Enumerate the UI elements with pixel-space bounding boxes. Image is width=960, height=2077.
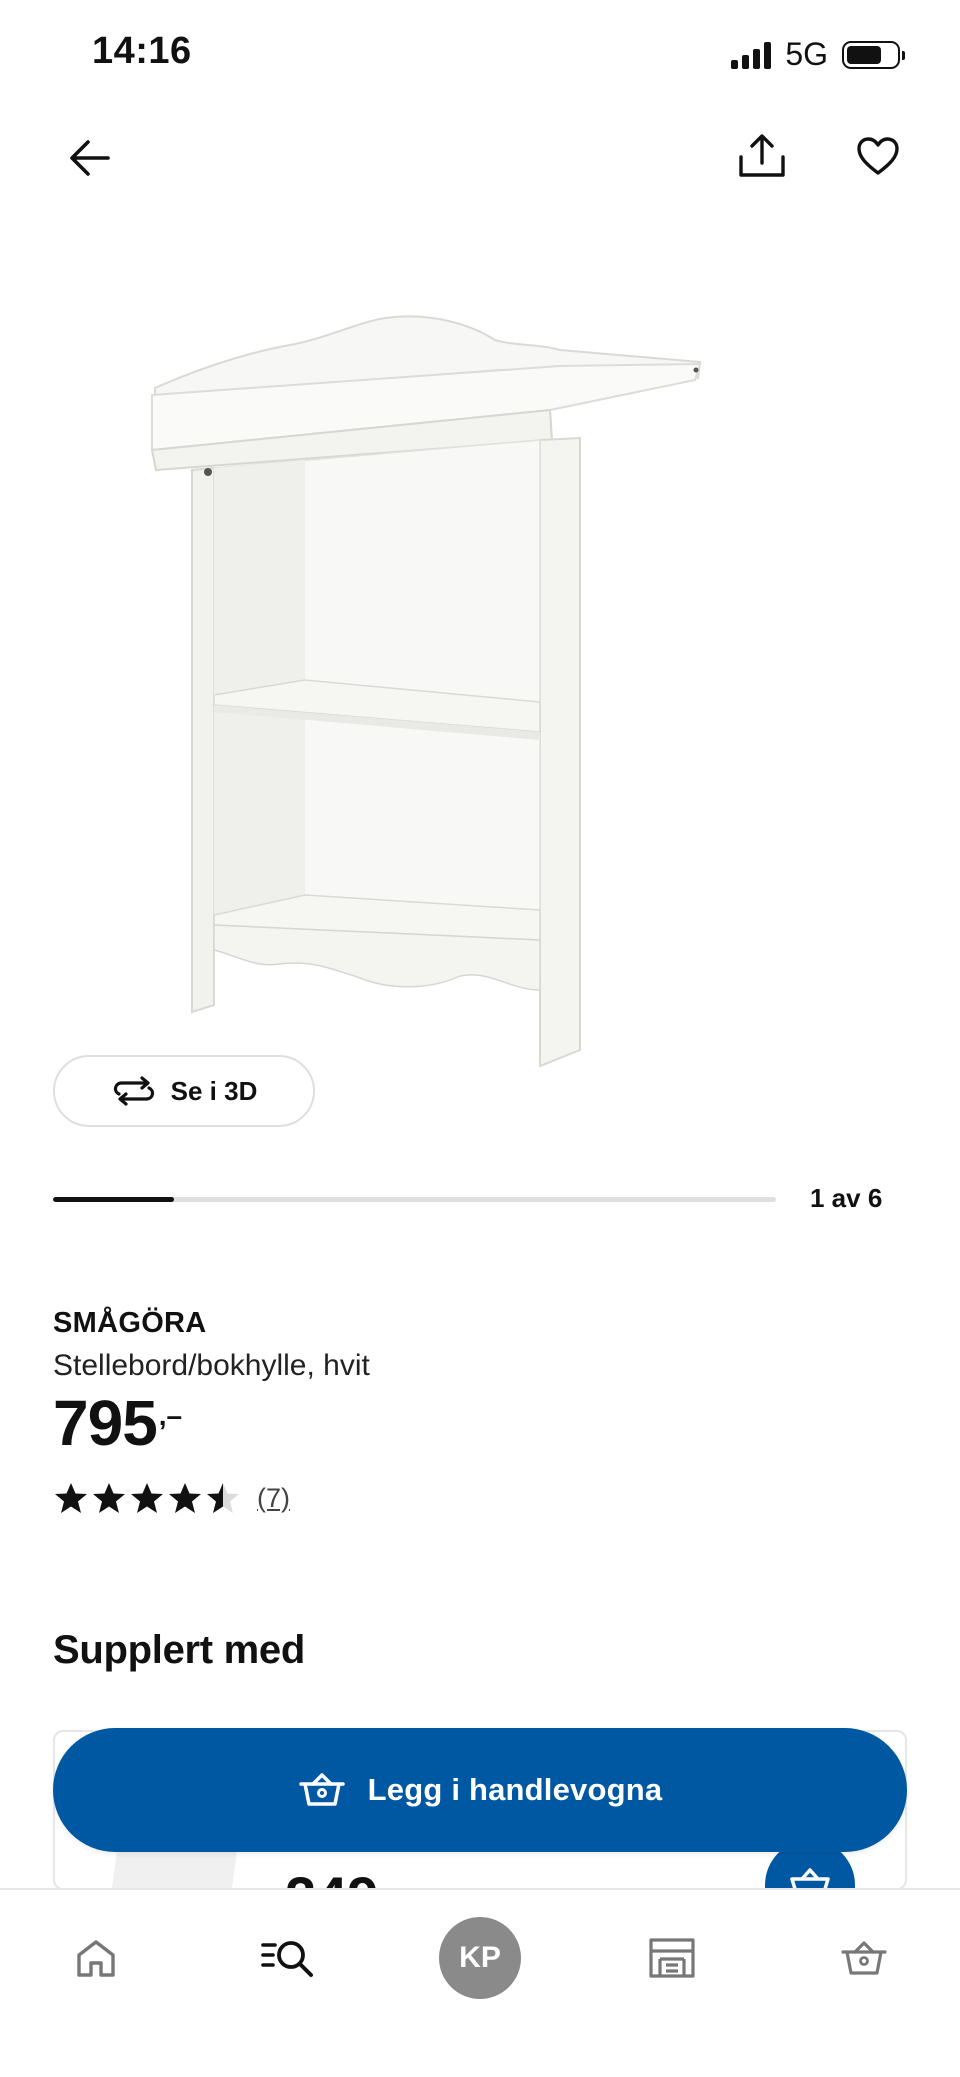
tab-home[interactable] xyxy=(48,1910,144,2006)
basket-icon xyxy=(298,1773,345,1806)
home-icon xyxy=(77,1940,115,1977)
share-button[interactable] xyxy=(726,120,798,192)
product-rating[interactable]: (7) xyxy=(53,1482,290,1514)
price-integer: 795 xyxy=(53,1387,158,1459)
status-time: 14:16 xyxy=(92,30,192,72)
star-full-icon xyxy=(93,1483,125,1513)
avatar: KP xyxy=(439,1917,521,1999)
signal-icon xyxy=(731,41,772,69)
star-full-icon xyxy=(131,1483,163,1513)
star-full-icon xyxy=(169,1483,201,1513)
bottom-tab-bar: KP xyxy=(0,1888,960,2077)
tab-cart[interactable] xyxy=(816,1910,912,2006)
tab-store[interactable] xyxy=(624,1910,720,2006)
favorite-button[interactable] xyxy=(842,120,914,192)
supplement-section-title: Supplert med xyxy=(53,1628,305,1672)
supplement-price: 249 xyxy=(285,1864,378,1888)
product-name: SMÅGÖRA xyxy=(53,1307,207,1339)
store-icon xyxy=(649,1938,695,1978)
status-bar: 14:16 5G xyxy=(0,0,960,110)
star-half-icon xyxy=(207,1483,239,1513)
product-price: 795 ,– xyxy=(53,1387,183,1459)
battery-icon xyxy=(842,40,905,69)
star-full-icon xyxy=(55,1483,87,1513)
arrow-left-icon xyxy=(70,140,110,176)
tab-search[interactable] xyxy=(240,1910,336,2006)
add-to-cart-button[interactable]: Legg i handlevogna xyxy=(53,1728,907,1852)
basket-icon xyxy=(841,1941,887,1975)
view-3d-button[interactable]: Se i 3D xyxy=(53,1055,315,1127)
product-image[interactable] xyxy=(140,300,720,1080)
heart-icon xyxy=(857,137,899,175)
back-button[interactable] xyxy=(54,122,126,194)
add-to-cart-label: Legg i handlevogna xyxy=(367,1772,663,1807)
gallery-progress-bar xyxy=(53,1197,776,1202)
tab-profile[interactable]: KP xyxy=(432,1910,528,2006)
view-3d-label: Se i 3D xyxy=(170,1075,258,1106)
basket-icon xyxy=(790,1868,830,1888)
product-description: Stellebord/bokhylle, hvit xyxy=(53,1349,370,1382)
avatar-initials: KP xyxy=(459,1941,501,1974)
top-nav xyxy=(0,110,960,200)
price-decimal: ,– xyxy=(158,1400,183,1431)
gallery-progress-fill xyxy=(53,1197,174,1202)
changing-table-illustration xyxy=(150,315,702,1068)
supplement-product-image xyxy=(108,1850,238,1888)
share-icon xyxy=(739,134,785,177)
network-label: 5G xyxy=(785,36,828,72)
status-indicators: 5G xyxy=(731,36,905,73)
search-list-icon xyxy=(261,1941,313,1977)
review-count-link[interactable]: (7) xyxy=(257,1483,290,1514)
gallery-counter: 1 av 6 xyxy=(810,1183,883,1213)
rotate-3d-icon xyxy=(113,1076,154,1106)
